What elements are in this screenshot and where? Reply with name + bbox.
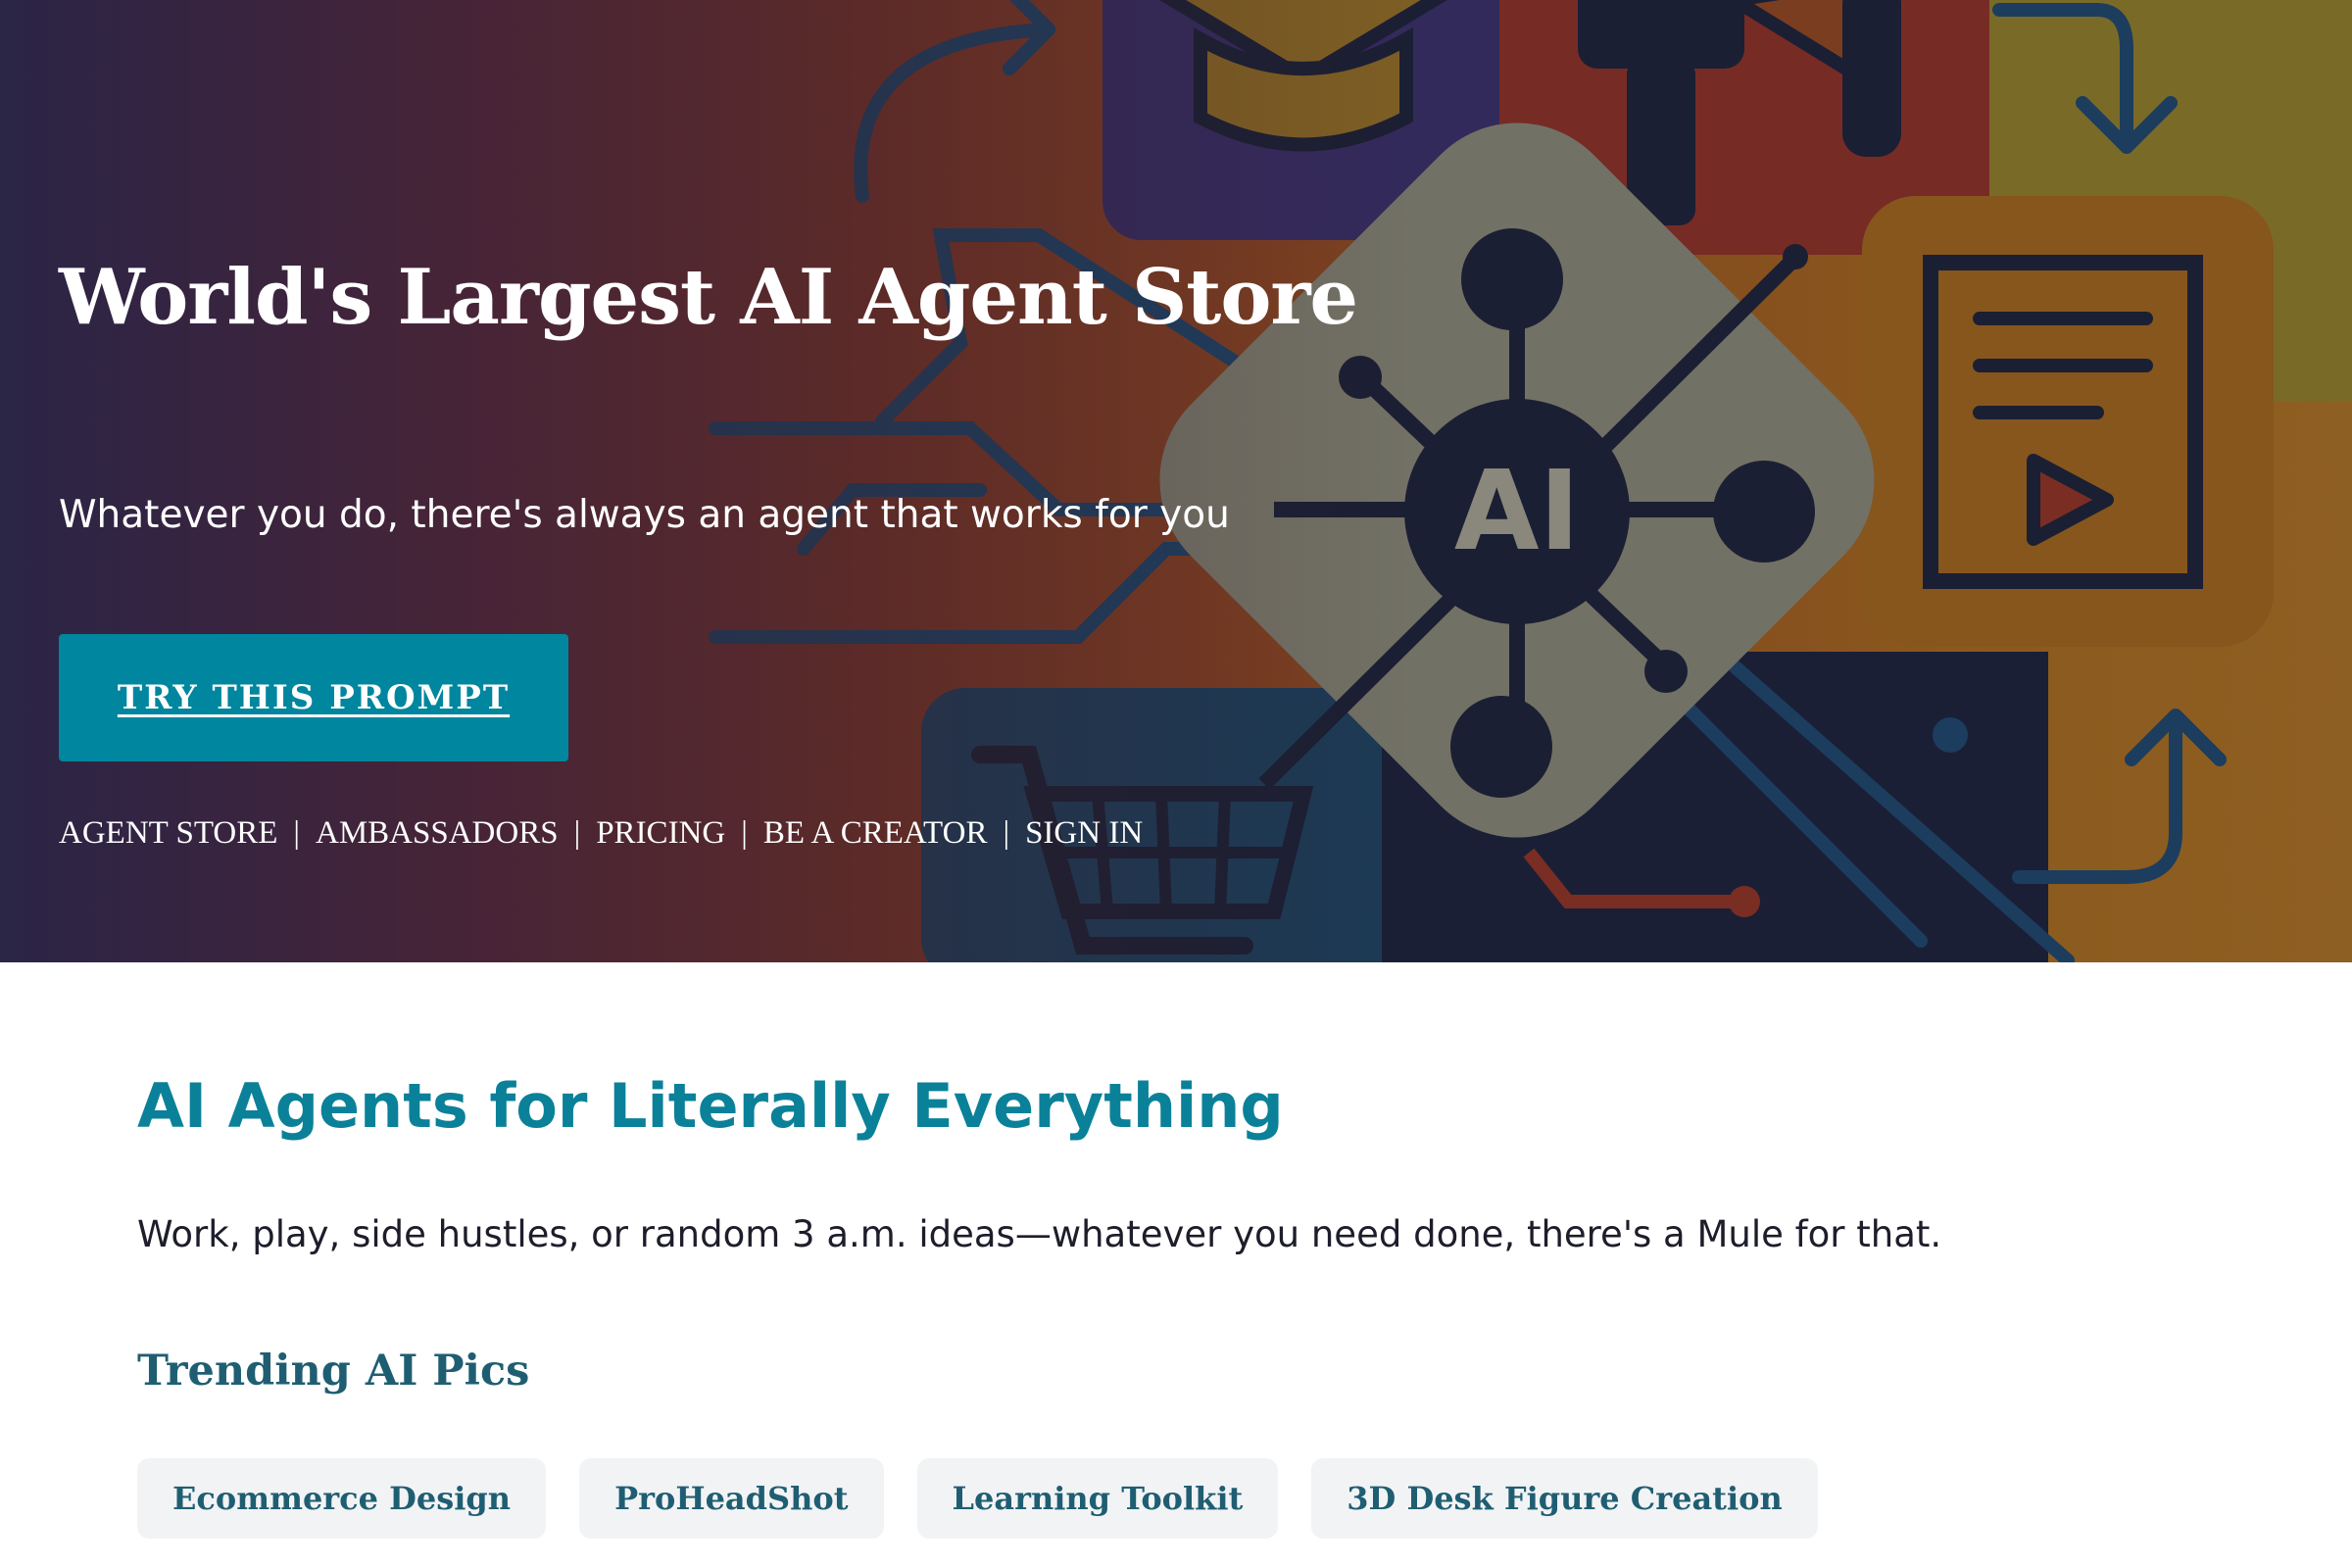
section-description: Work, play, side hustles, or random 3 a.… (137, 1213, 1942, 1255)
hero-nav: AGENT STORE | AMBASSADORS | PRICING | BE… (59, 815, 1143, 852)
nav-link-be-a-creator[interactable]: BE A CREATOR (763, 815, 988, 852)
nav-separator: | (293, 815, 300, 851)
nav-separator: | (573, 815, 581, 851)
hero-banner: AI World's Largest AI Agent Store Whatev… (0, 0, 2352, 962)
chip-learning-toolkit[interactable]: Learning Toolkit (916, 1458, 1279, 1539)
nav-separator: | (1003, 815, 1010, 851)
trending-chips: Ecommerce Design ProHeadShot Learning To… (137, 1458, 1818, 1539)
section-title: AI Agents for Literally Everything (137, 1070, 1284, 1142)
nav-link-pricing[interactable]: PRICING (596, 815, 725, 852)
chip-ecommerce-design[interactable]: Ecommerce Design (137, 1458, 547, 1539)
try-this-prompt-button[interactable]: TRY THIS PROMPT (59, 634, 568, 761)
nav-separator: | (741, 815, 748, 851)
nav-link-sign-in[interactable]: SIGN IN (1025, 815, 1143, 852)
chip-3d-desk-figure-creation[interactable]: 3D Desk Figure Creation (1311, 1458, 1818, 1539)
graduation-cap-icon (1159, 0, 1447, 152)
chip-proheadshot[interactable]: ProHeadShot (579, 1458, 884, 1539)
hero-subtitle: Whatever you do, there's always an agent… (59, 493, 1230, 537)
hero-title: World's Largest AI Agent Store (59, 253, 1358, 342)
trending-title: Trending AI Pics (137, 1347, 530, 1396)
nav-link-agent-store[interactable]: AGENT STORE (59, 815, 277, 852)
nav-link-ambassadors[interactable]: AMBASSADORS (316, 815, 559, 852)
ai-badge-text: AI (1454, 448, 1580, 575)
circuit-node (1933, 717, 1968, 753)
